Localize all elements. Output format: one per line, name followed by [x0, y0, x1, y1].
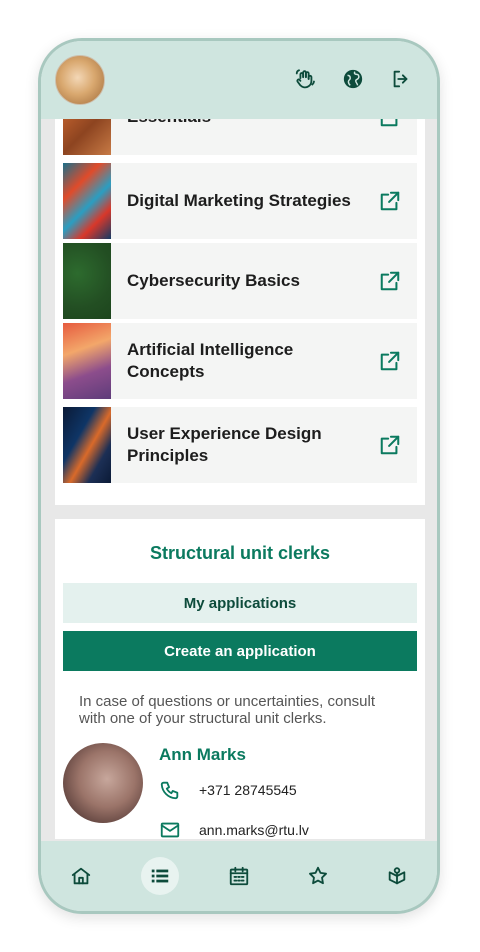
- course-item[interactable]: Artificial Intelligence Concepts: [63, 323, 417, 399]
- top-bar: [41, 41, 437, 119]
- external-link-icon[interactable]: [379, 190, 401, 212]
- clerk-phone-row[interactable]: +371 28745545: [159, 779, 297, 801]
- my-applications-button[interactable]: My applications: [63, 583, 417, 623]
- external-link-icon[interactable]: [379, 350, 401, 372]
- list-icon: [151, 869, 169, 883]
- course-item[interactable]: User Experience Design Principles: [63, 407, 417, 483]
- course-thumbnail: [63, 163, 111, 239]
- phone-frame: Essentials Digital Marketing Strategies …: [38, 38, 440, 914]
- course-title: Digital Marketing Strategies: [127, 191, 351, 210]
- home-icon: [71, 867, 90, 885]
- nav-calendar[interactable]: [220, 857, 258, 895]
- course-item[interactable]: Essentials: [63, 119, 417, 155]
- clerk-email[interactable]: ann.marks@rtu.lv: [199, 822, 309, 838]
- clerk-phone[interactable]: +371 28745545: [199, 782, 297, 798]
- courses-card: Essentials Digital Marketing Strategies …: [55, 119, 425, 505]
- clerk-email-row[interactable]: ann.marks@rtu.lv: [159, 819, 309, 839]
- bottom-navigation: [41, 841, 437, 911]
- external-link-icon[interactable]: [379, 270, 401, 292]
- external-link-icon[interactable]: [379, 434, 401, 456]
- user-avatar[interactable]: [55, 55, 105, 105]
- create-application-button[interactable]: Create an application: [63, 631, 417, 671]
- hand-wave-icon[interactable]: [291, 65, 319, 93]
- phone-icon: [160, 781, 179, 800]
- star-icon: [309, 866, 328, 885]
- course-item[interactable]: Cybersecurity Basics: [63, 243, 417, 319]
- external-link-icon[interactable]: [379, 119, 401, 128]
- calendar-icon: [229, 866, 249, 886]
- nav-map[interactable]: [378, 857, 416, 895]
- globe-icon[interactable]: [339, 65, 367, 93]
- course-thumbnail: [63, 119, 111, 155]
- map-book-icon: [389, 867, 406, 885]
- nav-home[interactable]: [62, 857, 100, 895]
- nav-favorites[interactable]: [299, 857, 337, 895]
- content-area[interactable]: Essentials Digital Marketing Strategies …: [41, 119, 437, 839]
- course-thumbnail: [63, 243, 111, 319]
- course-title: Cybersecurity Basics: [127, 271, 300, 290]
- course-thumbnail: [63, 407, 111, 483]
- section-title: Structural unit clerks: [149, 543, 331, 563]
- mail-icon: [160, 822, 180, 838]
- course-title: Essentials: [111, 119, 379, 128]
- clerk-photo: [63, 743, 143, 823]
- course-item[interactable]: Digital Marketing Strategies: [63, 163, 417, 239]
- course-thumbnail: [63, 323, 111, 399]
- nav-list[interactable]: [140, 857, 179, 895]
- clerks-card: Structural unit clerks My applications C…: [55, 519, 425, 839]
- course-title: User Experience Design Principles: [127, 424, 322, 465]
- hint-text: In case of questions or uncertainties, c…: [79, 693, 376, 727]
- course-title: Artificial Intelligence Concepts: [127, 340, 294, 381]
- clerk-name: Ann Marks: [159, 745, 246, 764]
- logout-icon[interactable]: [387, 65, 415, 93]
